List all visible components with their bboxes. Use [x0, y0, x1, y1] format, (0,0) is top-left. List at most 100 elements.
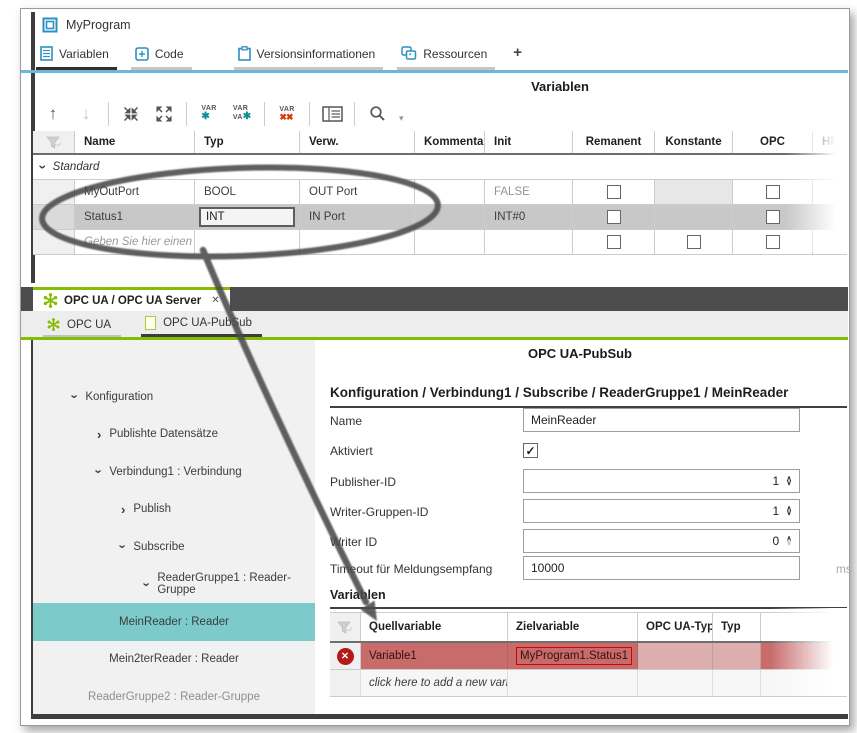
cell-opcua-typ[interactable] — [638, 643, 713, 669]
tree-item-publish[interactable]: › Publish — [33, 491, 315, 529]
writer-gruppen-id-stepper[interactable]: ∧ ∨ — [786, 507, 792, 516]
expand-all-button[interactable] — [153, 101, 175, 127]
table-row-myoutport[interactable]: MyOutPort BOOL OUT Port FALSE — [33, 180, 847, 205]
group-row-standard[interactable]: › Standard — [33, 155, 847, 180]
tree-item-mein2terreader[interactable]: Mein2terReader : Reader — [33, 641, 315, 679]
cell-typ[interactable]: INT — [195, 205, 300, 229]
cell-init[interactable]: INT#0 — [485, 205, 573, 229]
tree-item-subscribe[interactable]: › Subscribe — [33, 528, 315, 566]
add-variable-hint[interactable]: click here to add a new variable — [361, 670, 508, 696]
cell-remanent[interactable] — [573, 180, 655, 204]
tab-variablen[interactable]: Variablen — [36, 44, 117, 70]
chevron-down-icon[interactable]: › — [93, 470, 106, 474]
delete-variable-button[interactable]: VAR ✖✖ — [276, 101, 298, 127]
opc-checkbox[interactable] — [766, 185, 780, 199]
zielvariable-error-box[interactable]: MyProgram1.Status1 — [516, 647, 632, 665]
writer-gruppen-id-input[interactable]: 1 ∧ ∨ — [523, 499, 800, 523]
mapping-row-variable1-error[interactable]: ✕ Variable1 MyProgram1.Status1 — [330, 643, 847, 670]
remanent-checkbox[interactable] — [607, 185, 621, 199]
tree-item-verbindung1[interactable]: › Verbindung1 : Verbindung — [33, 453, 315, 491]
row-header[interactable] — [33, 205, 75, 229]
close-icon[interactable]: ✕ — [211, 295, 219, 306]
filter-column-header[interactable] — [33, 131, 75, 153]
mapping-row-add-new[interactable]: click here to add a new variable — [330, 670, 847, 697]
cell-zielvariable[interactable] — [508, 670, 638, 696]
opc-checkbox[interactable] — [766, 210, 780, 224]
cell-kommentar[interactable] — [415, 230, 485, 254]
cell-typ[interactable] — [713, 643, 761, 669]
cell-verw[interactable]: IN Port — [300, 205, 415, 229]
cell-init[interactable]: FALSE — [485, 180, 573, 204]
name-input[interactable]: MeinReader — [523, 408, 800, 432]
variables-table-icon — [40, 46, 53, 61]
cell-opcua-typ[interactable] — [638, 670, 713, 696]
stepper-down-icon[interactable]: ∨ — [786, 511, 792, 516]
tab-opcua-server[interactable]: OPC UA / OPC UA Server ✕ — [33, 287, 230, 311]
cell-verw[interactable]: OUT Port — [300, 180, 415, 204]
tree-item-meinreader-selected[interactable]: MeinReader : Reader — [33, 603, 315, 641]
tab-code[interactable]: Code — [131, 44, 192, 70]
cell-verw[interactable] — [300, 230, 415, 254]
cell-remanent[interactable] — [573, 205, 655, 229]
add-variable-button[interactable]: VAR ✱ — [198, 101, 220, 127]
cell-quellvariable[interactable]: Variable1 — [361, 643, 508, 669]
move-down-button[interactable]: ↓ — [75, 101, 97, 127]
chevron-down-icon[interactable]: › — [117, 545, 130, 549]
row-header[interactable] — [33, 230, 75, 254]
cell-kommentar[interactable] — [415, 180, 485, 204]
cell-kommentar[interactable] — [415, 205, 485, 229]
tree-item-readergruppe2[interactable]: ReaderGruppe2 : Reader-Gruppe — [33, 678, 315, 716]
aktiviert-checkbox[interactable]: ✓ — [523, 443, 538, 458]
tab-ressourcen[interactable]: * Ressourcen — [397, 44, 495, 70]
chevron-right-icon[interactable]: › — [97, 428, 101, 441]
konstante-checkbox[interactable] — [687, 235, 701, 249]
tree-item-konfiguration[interactable]: › Konfiguration — [33, 378, 315, 416]
subtab-opcua[interactable]: OPC UA — [43, 318, 121, 337]
cell-name[interactable]: MyOutPort — [75, 180, 195, 204]
row-header[interactable] — [33, 180, 75, 204]
cell-init[interactable] — [485, 230, 573, 254]
stepper-down-icon[interactable]: ∨ — [786, 481, 792, 486]
move-up-button[interactable]: ↑ — [42, 101, 64, 127]
collapse-all-button[interactable] — [120, 101, 142, 127]
writer-id-input[interactable]: 0 ∧ ∨ — [523, 529, 800, 553]
properties-form-button[interactable] — [321, 101, 343, 127]
opc-checkbox[interactable] — [766, 235, 780, 249]
table-row-status1-selected[interactable]: Status1 INT IN Port INT#0 — [33, 205, 847, 230]
cell-typ[interactable] — [713, 670, 761, 696]
cell-opc[interactable] — [733, 180, 813, 204]
typ-editor-focused[interactable]: INT — [199, 207, 295, 227]
timeout-input[interactable]: 10000 — [523, 556, 800, 580]
chevron-down-icon[interactable]: › — [141, 582, 154, 586]
cell-opc[interactable] — [733, 205, 813, 229]
remanent-checkbox[interactable] — [607, 210, 621, 224]
publisher-id-stepper[interactable]: ∧ ∨ — [786, 477, 792, 486]
cell-konstante[interactable] — [655, 230, 733, 254]
cell-hmi[interactable] — [813, 230, 847, 254]
cell-opc[interactable] — [733, 230, 813, 254]
tree-item-readergruppe1[interactable]: › ReaderGruppe1 : Reader-Gruppe — [33, 566, 315, 604]
cell-remanent[interactable] — [573, 230, 655, 254]
stepper-down-icon[interactable]: ∨ — [786, 541, 792, 546]
add-tab-button[interactable]: + — [509, 44, 526, 70]
cell-hmi[interactable] — [813, 205, 847, 229]
chevron-down-icon[interactable]: › — [69, 395, 82, 399]
duplicate-variable-button[interactable]: VAR VA ✱ — [231, 101, 253, 127]
remanent-checkbox[interactable] — [607, 235, 621, 249]
cell-name[interactable]: Status1 — [75, 205, 195, 229]
subtab-opcua-pubsub[interactable]: OPC UA-PubSub — [141, 316, 262, 337]
cell-hmi[interactable] — [813, 180, 847, 204]
tree-item-publishte-datensaetze[interactable]: › Publishte Datensätze — [33, 416, 315, 454]
table-row-new-variable[interactable]: Geben Sie hier einen Va... — [33, 230, 847, 255]
filter-column-header[interactable] — [330, 613, 361, 641]
writer-id-stepper[interactable]: ∧ ∨ — [786, 537, 792, 546]
search-button[interactable] — [366, 101, 388, 127]
cell-typ[interactable] — [195, 230, 300, 254]
cell-zielvariable[interactable]: MyProgram1.Status1 — [508, 643, 638, 669]
cell-typ[interactable]: BOOL — [195, 180, 300, 204]
new-variable-placeholder[interactable]: Geben Sie hier einen Va... — [75, 230, 195, 254]
search-caret-icon[interactable]: ▾ — [399, 113, 404, 124]
tab-versionsinformationen[interactable]: Versionsinformationen — [234, 44, 384, 70]
chevron-right-icon[interactable]: › — [121, 503, 125, 516]
publisher-id-input[interactable]: 1 ∧ ∨ — [523, 469, 800, 493]
